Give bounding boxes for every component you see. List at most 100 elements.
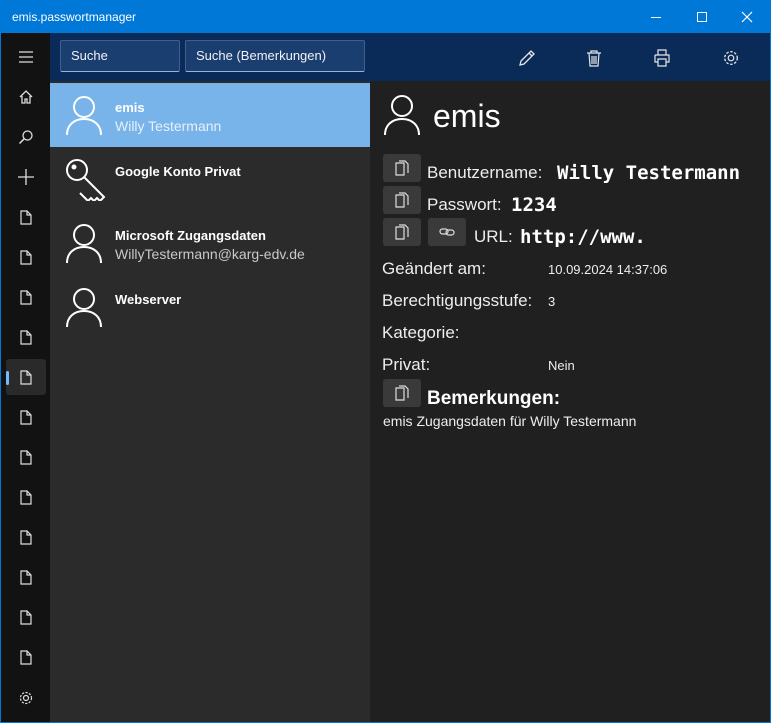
list-item[interactable]: emis Willy Testermann [50,83,370,147]
person-icon [384,95,420,136]
document-icon [20,290,32,305]
entry-subtitle: WillyTestermann@karg-edv.de [115,246,305,262]
copy-url-button[interactable] [383,218,421,246]
open-url-button[interactable] [428,218,466,246]
nav-entry-11[interactable] [6,599,46,635]
edit-button[interactable] [507,41,547,77]
level-value: 3 [548,294,556,309]
entry-name: Webserver [115,292,182,307]
document-icon [20,570,32,585]
printer-icon [654,49,670,67]
url-label: URL: [474,227,513,246]
nav-entry-6[interactable] [6,399,46,435]
copy-password-button[interactable] [383,186,421,214]
menu-button[interactable] [6,39,46,75]
add-button[interactable] [6,159,46,195]
document-icon [20,490,32,505]
selection-indicator [6,371,9,385]
category-label: Kategorie: [382,323,460,342]
notes-search-input[interactable]: Suche (Bemerkungen) [185,40,365,72]
nav-entry-3[interactable] [6,279,46,315]
window-title: emis.passwortmanager [12,10,137,24]
entry-title: emis [433,98,501,134]
private-value: Nein [548,358,575,373]
detail-pane: emis Benutzername: Willy Testermann Pass… [370,33,770,722]
private-label: Privat: [382,355,431,374]
nav-entry-4[interactable] [6,319,46,355]
changed-value: 10.09.2024 14:37:06 [548,262,668,277]
nav-entry-1[interactable] [6,199,46,235]
gear-icon [19,691,33,705]
maximize-button[interactable] [679,1,725,33]
url-value[interactable]: http://www. [520,226,646,248]
plus-icon [18,169,34,185]
document-icon [20,210,32,225]
close-button[interactable] [724,1,770,33]
nav-entry-8[interactable] [6,479,46,515]
copy-icon [395,224,409,240]
print-button[interactable] [642,41,682,77]
entry-name: emis [115,100,145,115]
nav-entry-12[interactable] [6,639,46,665]
document-icon [20,410,32,425]
entry-name: Google Konto Privat [115,164,241,179]
password-value: 1234 [511,194,557,216]
hamburger-icon [19,51,33,63]
copy-icon [395,192,409,208]
document-icon [20,250,32,265]
copy-icon [395,385,409,401]
list-item[interactable]: Microsoft Zugangsdaten WillyTestermann@k… [50,211,370,275]
entry-subtitle: Willy Testermann [115,118,222,134]
trash-icon [587,50,601,67]
minimize-button[interactable] [633,1,679,33]
entry-name: Microsoft Zugangsdaten [115,228,266,243]
link-icon [439,228,455,236]
copy-icon [395,160,409,176]
gear-icon [724,51,738,65]
title-bar[interactable]: emis.passwortmanager [1,1,770,33]
changed-label: Geändert am: [382,259,486,278]
list-item[interactable]: Google Konto Privat [50,147,370,211]
nav-entry-7[interactable] [6,439,46,475]
delete-button[interactable] [574,41,614,77]
search-bar: Suche Suche (Bemerkungen) [50,33,370,81]
command-bar [370,33,770,81]
nav-rail [1,33,50,722]
entry-list-pane: Suche Suche (Bemerkungen) emis Willy Tes… [50,33,370,722]
document-icon [20,530,32,545]
password-label: Passwort: [427,195,502,214]
maximize-icon [697,12,707,22]
list-item[interactable]: Webserver [50,275,370,339]
document-icon [20,330,32,345]
nav-entry-5[interactable] [6,359,46,395]
person-icon [66,96,102,136]
home-icon [19,90,33,104]
username-label: Benutzername: [427,163,543,182]
document-icon [20,610,32,625]
document-icon [20,450,32,465]
app-window: emis.passwortmanager Suche Suche (Bemerk… [0,0,771,723]
pencil-icon [519,50,535,66]
key-icon [66,159,106,201]
username-value: Willy Testermann [557,162,741,184]
minimize-icon [651,17,661,18]
home-button[interactable] [6,79,46,115]
document-icon [20,370,32,385]
document-icon [20,650,32,665]
close-icon [741,11,753,23]
nav-entry-10[interactable] [6,559,46,595]
notes-label: Bemerkungen: [427,388,561,409]
search-icon [18,130,33,145]
settings-nav-button[interactable] [6,680,46,716]
person-icon [66,224,102,264]
search-button[interactable] [6,119,46,155]
settings-button[interactable] [711,41,751,77]
nav-entry-2[interactable] [6,239,46,275]
notes-value: emis Zugangsdaten für Willy Testermann [383,413,637,429]
nav-entry-9[interactable] [6,519,46,555]
copy-username-button[interactable] [383,154,421,182]
search-input[interactable]: Suche [60,40,180,72]
copy-notes-button[interactable] [383,379,421,407]
person-icon [66,288,102,328]
level-label: Berechtigungsstufe: [382,291,533,310]
